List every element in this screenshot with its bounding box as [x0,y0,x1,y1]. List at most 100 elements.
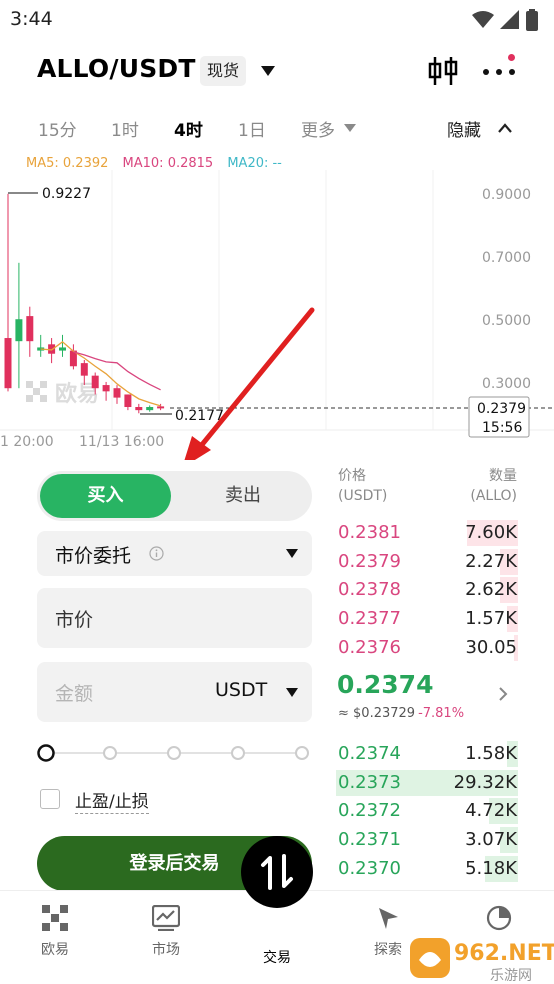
candlestick-chart-icon[interactable] [426,54,460,88]
slider-step-25[interactable] [103,746,117,760]
tab-15m[interactable]: 15分 [38,116,77,141]
status-bar: 3:44 [0,0,554,40]
market-type-badge: 现货 [200,56,247,86]
ask-row[interactable]: 0.2378 2.62K [336,577,518,605]
bid-row[interactable]: 0.2370 5.18K [336,855,518,884]
nav-label: 市场 [152,942,180,958]
ask-row[interactable]: 0.2376 30.05 [336,634,518,663]
caret-down-icon[interactable] [286,688,298,697]
price-header-line: 价格 [338,468,366,484]
caret-down-icon [344,124,356,132]
red-annotation-arrow [182,307,315,468]
ask-quantity: 1.57K [465,608,517,630]
bid-price: 0.2372 [338,800,401,822]
price-value: 市价 [55,609,94,631]
bid-row[interactable]: 0.2374 1.58K [336,741,518,769]
chevron-right-icon[interactable] [497,686,509,702]
tpsl-option: 止盈/止损 [40,787,240,814]
swap-arrows-icon [261,854,293,890]
order-type-label: 市价委托 [55,545,132,567]
buy-tab[interactable]: 买入 [40,474,171,518]
ask-price: 0.2376 [338,636,401,658]
timeframe-tabs: 15分 1时 4时 1日 更多 隐藏 [0,112,554,146]
bid-quantity: 4.72K [465,800,517,822]
high-marker-label: 0.9227 [42,186,91,202]
bid-row[interactable]: 0.2372 4.72K [336,798,518,826]
sell-tab[interactable]: 卖出 [177,474,309,518]
current-price-tag-value: 0.2379 [477,401,526,417]
chevron-up-icon[interactable] [497,122,513,134]
ask-quantity: 2.62K [465,579,517,601]
candles-group [4,193,165,414]
candle-body [59,347,66,351]
ask-row[interactable]: 0.2381 7.60K [336,520,518,548]
last-price[interactable]: 0.2374 [337,670,433,699]
bid-quantity: 5.18K [465,857,517,879]
trade-fab-button[interactable] [241,836,313,908]
bid-price: 0.2371 [338,829,401,851]
candle-body [113,388,121,398]
amount-placeholder: 金额 [55,683,94,705]
hide-chart-button[interactable]: 隐藏 [447,116,481,141]
orderbook-price-header: 价格 (USDT) [338,466,387,506]
amount-unit-select[interactable]: USDT [215,679,267,701]
nav-market[interactable]: 市场 [126,905,206,959]
last-price-fiat: ≈ $0.23729 -7.81% [338,706,464,721]
tab-4h[interactable]: 4时 [174,116,203,141]
orderbook-qty-header: 数量 (ALLO) [470,466,517,506]
ask-row[interactable]: 0.2379 2.27K [336,548,518,577]
bid-row[interactable]: 0.2371 3.07K [336,827,518,855]
tpsl-checkbox[interactable] [40,789,60,809]
slider-thumb[interactable] [37,744,55,762]
candle-body [4,338,12,389]
tab-1d[interactable]: 1日 [238,116,266,141]
tpsl-label[interactable]: 止盈/止损 [75,787,149,814]
qty-header-unit: (ALLO) [470,488,517,504]
candle-body [135,407,143,411]
slider-step-50[interactable] [167,746,181,760]
nav-trade[interactable]: 交易 [237,947,317,967]
candle-body [146,407,154,411]
buy-sell-toggle: 买入 卖出 [37,471,312,521]
candle-body [91,375,99,389]
more-dots-icon[interactable] [480,56,520,86]
wifi-icon [472,11,494,28]
site-watermark: 962.NET 乐游网 [410,938,554,984]
compass-icon [379,908,398,929]
pair-title[interactable]: ALLO/USDT [37,54,196,83]
nav-label: 欧易 [41,942,69,958]
ask-quantity: 7.60K [465,522,517,543]
y-tick: 0.7000 [482,250,531,266]
market-chart-icon [152,905,180,931]
order-type-select[interactable]: 市价委托 [37,531,312,576]
price-chart[interactable]: 欧易 0.9000 0.7000 0.5000 0.3000 0.9227 0.… [0,150,554,468]
caret-down-icon [286,549,298,558]
slider-step-75[interactable] [231,746,245,760]
bid-row[interactable]: 0.2373 29.32K [336,769,518,798]
y-tick: 0.9000 [482,187,531,203]
caret-down-icon[interactable] [258,63,278,79]
candle-body [26,316,34,342]
candle-body [124,394,132,408]
amount-input[interactable]: 金额 USDT [37,662,312,722]
tab-more[interactable]: 更多 [301,116,335,141]
candlestick-chart[interactable]: 欧易 0.9000 0.7000 0.5000 0.3000 0.9227 0.… [0,150,554,468]
amount-percent-slider[interactable] [37,742,312,764]
ask-row[interactable]: 0.2377 1.57K [336,606,518,634]
y-tick: 0.3000 [482,376,531,392]
slider-step-100[interactable] [295,746,309,760]
status-time: 3:44 [10,8,53,30]
signal-icon [500,10,519,29]
price-field[interactable]: 市价 [37,588,312,648]
ask-price: 0.2378 [338,579,401,601]
info-icon[interactable] [149,546,164,561]
fiat-value: ≈ $0.23729 [338,706,416,721]
price-header-unit: (USDT) [338,488,388,504]
nav-okx[interactable]: 欧易 [15,905,95,959]
okx-watermark-logo: 欧易 [26,381,99,407]
ask-quantity: 2.27K [465,550,517,572]
y-axis-ticks: 0.9000 0.7000 0.5000 0.3000 [482,187,531,392]
tab-1h[interactable]: 1时 [111,116,139,141]
bid-quantity: 29.32K [453,771,517,793]
ask-quantity: 30.05 [465,636,517,658]
